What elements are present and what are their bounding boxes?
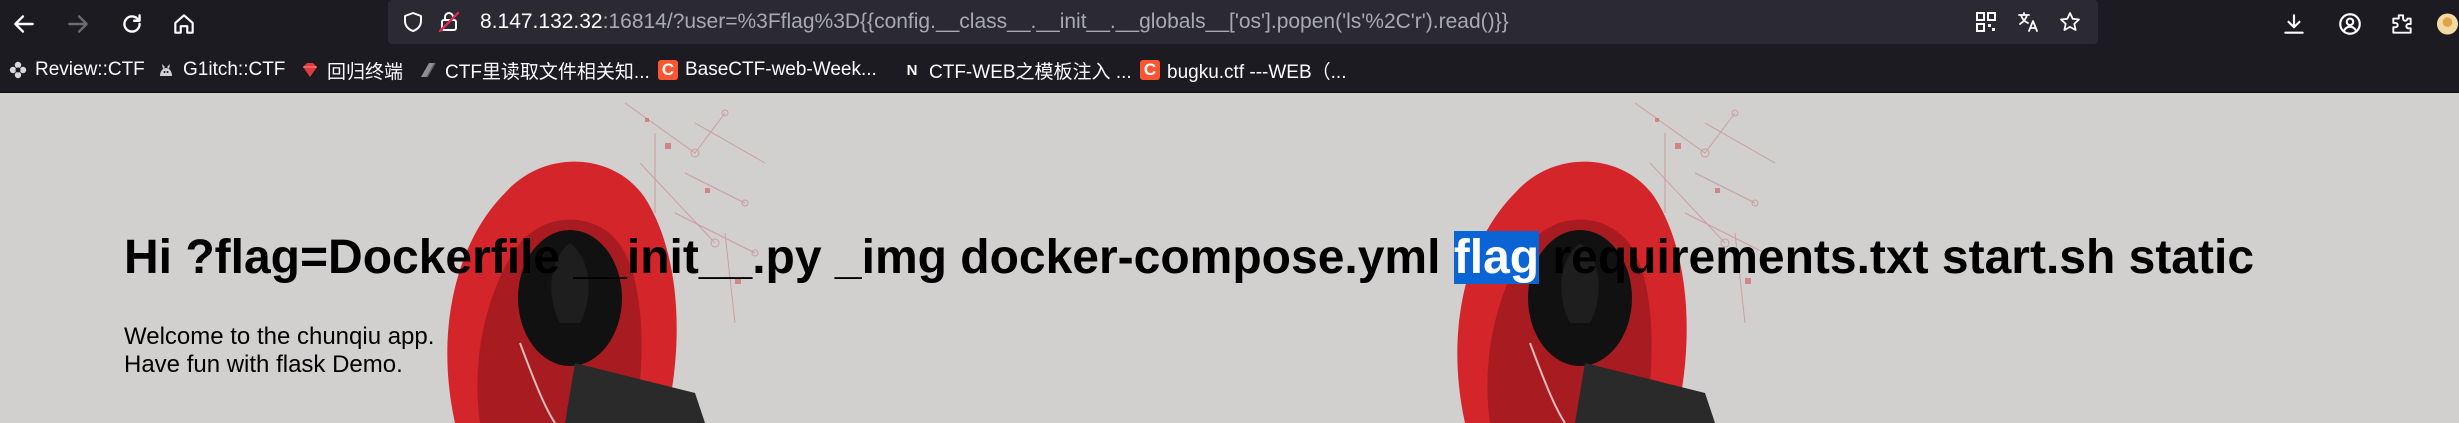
translate-icon[interactable] — [2014, 8, 2042, 36]
n-icon: N — [906, 61, 918, 79]
bookmark-label: CTF里读取文件相关知... — [445, 61, 650, 83]
heading-text: requirements.txt start.sh static — [1539, 231, 2255, 284]
heading-text: Hi ?flag=Dockerfile __init__.py _img doc… — [124, 231, 1454, 284]
qr-code-icon[interactable] — [1972, 8, 2000, 36]
avatar-icon — [2436, 13, 2459, 35]
home-button[interactable] — [166, 6, 202, 42]
address-bar[interactable]: 8.147.132.32:16814/?user=%3Fflag%3D{{con… — [388, 0, 2098, 44]
arrow-left-icon — [14, 15, 34, 33]
extensions-button[interactable] — [2384, 6, 2420, 42]
extensions-icon — [2392, 14, 2412, 34]
download-icon — [2284, 14, 2304, 34]
fun-text: Have fun with flask Demo. — [124, 351, 403, 378]
bookmark-label: CTF-WEB之模板注入 ... — [929, 61, 1132, 83]
browser-toolbar: 8.147.132.32:16814/?user=%3Fflag%3D{{con… — [0, 0, 2459, 47]
url-path: :16814/?user=%3Fflag%3D{{config.__class_… — [602, 10, 1509, 33]
csdn-icon: C — [658, 60, 678, 80]
bookmark-label: G1itch::CTF — [183, 59, 286, 80]
bookmark-item[interactable]: 回归终端 — [300, 57, 403, 83]
reload-button[interactable] — [114, 6, 150, 42]
bookmark-item[interactable]: N CTF-WEB之模板注入 ... — [902, 57, 1132, 83]
home-icon — [174, 14, 194, 34]
bookmark-label: Review::CTF — [35, 59, 145, 80]
page-icon — [418, 60, 438, 80]
bookmark-item[interactable]: G1itch::CTF — [156, 57, 285, 83]
forward-button[interactable] — [60, 6, 96, 42]
selected-text: flag — [1453, 231, 1540, 284]
page-content: Hi ?flag=Dockerfile __init__.py _img doc… — [0, 93, 2459, 423]
bookmarks-bar: Review::CTF G1itch::CTF 回归终端 CTF里读取文件相关知… — [0, 47, 2459, 93]
url-host: 8.147.132.32 — [480, 10, 603, 33]
bookmark-item[interactable]: CTF里读取文件相关知... — [418, 57, 650, 83]
welcome-text: Welcome to the chunqiu app. — [124, 323, 435, 350]
bookmark-item[interactable]: Review::CTF — [8, 57, 145, 83]
reload-icon — [123, 14, 141, 33]
account-icon — [2339, 13, 2361, 35]
arrow-right-icon — [68, 15, 88, 33]
bookmark-label: 回归终端 — [327, 61, 404, 83]
shield-icon[interactable] — [400, 9, 426, 35]
bookmark-item[interactable]: C bugku.ctf ---WEB（... — [1140, 57, 1346, 83]
diamond-icon — [300, 60, 320, 80]
downloads-button[interactable] — [2276, 6, 2312, 42]
bookmark-item[interactable]: C BaseCTF-web-Week... — [658, 57, 877, 83]
insecure-lock-icon[interactable] — [436, 9, 462, 35]
profile-avatar[interactable] — [2436, 6, 2459, 42]
bookmark-star-icon[interactable] — [2056, 8, 2084, 36]
url-text[interactable]: 8.147.132.32:16814/?user=%3Fflag%3D{{con… — [480, 9, 1509, 35]
account-button[interactable] — [2332, 6, 2368, 42]
cat-icon — [156, 60, 176, 80]
bookmark-label: bugku.ctf ---WEB（... — [1167, 61, 1347, 83]
flower-icon — [8, 60, 28, 80]
csdn-icon: C — [1140, 60, 1160, 80]
bookmark-label: BaseCTF-web-Week... — [685, 59, 877, 80]
back-button[interactable] — [6, 6, 42, 42]
page-heading: Hi ?flag=Dockerfile __init__.py _img doc… — [124, 229, 2254, 287]
